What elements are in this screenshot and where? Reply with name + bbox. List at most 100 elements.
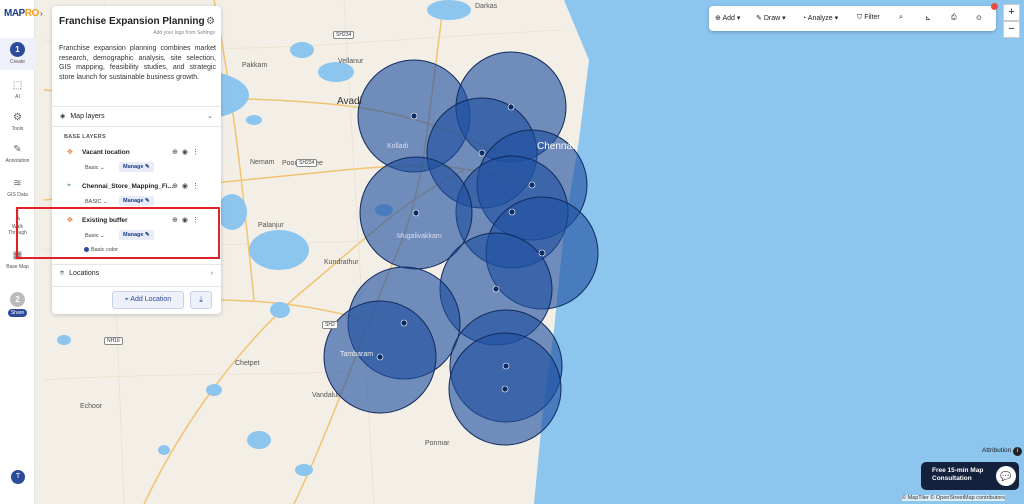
zoom-out-button[interactable]: −	[1003, 21, 1020, 38]
map-layers-label: Map layers	[70, 113, 105, 120]
map-label-pakkam: Pakkam	[242, 62, 268, 69]
store-point[interactable]	[412, 209, 420, 217]
zoom-to-icon[interactable]: ⊕	[172, 183, 182, 190]
divider	[52, 264, 221, 265]
road-shield: SH234	[333, 31, 355, 39]
map-label-chetpet: Chetpet	[235, 360, 260, 367]
map-label-kolladi: Kolladi	[387, 143, 409, 150]
style-select[interactable]: Basic ⌄	[85, 165, 105, 171]
layer-tools[interactable]: ⊕◉⋮	[172, 148, 203, 156]
highlight-box	[16, 207, 220, 259]
store-point[interactable]	[538, 249, 546, 257]
settings-gear-icon[interactable]: ⚙	[206, 16, 215, 27]
map-label-avadi: Avadi	[337, 96, 362, 107]
more-icon[interactable]: ⋮	[192, 183, 203, 190]
rail-label: Annotation	[5, 158, 30, 164]
manage-button[interactable]: Manage ✎	[119, 162, 154, 172]
rail-share[interactable]: 2 Share	[0, 292, 35, 317]
database-icon: ≋	[13, 178, 22, 189]
info-icon[interactable]: i	[1013, 447, 1022, 456]
zoom-in-button[interactable]: +	[1003, 4, 1020, 21]
gear-icon: ⚙	[13, 112, 22, 123]
eye-icon[interactable]: ◉	[182, 149, 192, 156]
download-button[interactable]: ⤓	[190, 291, 212, 309]
logo-hint[interactable]: Add your logo from Settings	[153, 30, 215, 36]
store-point[interactable]	[478, 149, 486, 157]
project-description[interactable]: Franchise expansion planning combines ma…	[59, 44, 216, 82]
rail-label: Base Map	[6, 264, 29, 270]
search-icon[interactable]: ⌕	[899, 14, 903, 22]
style-select[interactable]: BASIC ⌄	[85, 199, 108, 205]
draw-button[interactable]: ✎ Draw ▾	[756, 14, 786, 22]
project-title[interactable]: Franchise Expansion Planning	[59, 16, 205, 27]
map-label-echoor: Echoor	[80, 403, 103, 410]
rail-tools[interactable]: ⚙ Tools	[0, 112, 35, 132]
chevron-right-icon[interactable]: ›	[211, 270, 213, 277]
layer-tools[interactable]: ⊕◉⋮	[172, 182, 203, 190]
rail-annotation[interactable]: ✎ Annotation	[0, 144, 35, 164]
eye-icon[interactable]: ◉	[182, 183, 192, 190]
store-point[interactable]	[376, 353, 384, 361]
ai-icon: ⬚	[12, 80, 23, 91]
map-credits[interactable]: © MapTiler © OpenStreetMap contributors	[902, 495, 1005, 501]
zoom-to-icon[interactable]: ⊕	[172, 149, 182, 156]
top-toolbar: ⊕ Add ▾ ✎ Draw ▾ ◔ Analyze ▾ ⛉ Filter ⌕ …	[709, 6, 996, 31]
road-shield: NH16	[104, 337, 123, 345]
point-style-icon: ✥	[67, 149, 73, 156]
store-point[interactable]	[502, 362, 510, 370]
project-panel: Franchise Expansion Planning ⚙ Add your …	[52, 6, 221, 314]
store-point[interactable]	[508, 208, 516, 216]
locations-label: Locations	[69, 270, 100, 277]
rail-label: Tools	[11, 126, 24, 132]
attribution-link[interactable]: Attribution	[982, 447, 1011, 454]
app-root: Avadi Chennai Poonamallee Kundrathur Tam…	[0, 0, 1024, 504]
layers-icon: ◈	[60, 113, 66, 120]
map-label-ponmar: Ponmar	[425, 440, 450, 447]
map-label-vellanur: Vellanur	[338, 58, 364, 65]
rail-ai[interactable]: ⬚ AI	[0, 80, 35, 100]
measure-icon[interactable]: ⊾	[925, 14, 931, 22]
locations-toggle[interactable]: ⌾ Locations	[60, 270, 99, 278]
pen-icon: ✎	[13, 144, 22, 155]
locate-icon[interactable]: ⊙	[976, 14, 982, 22]
road-shield: SH2	[322, 321, 338, 329]
map-label-vandalur: Vandalur	[312, 392, 340, 399]
store-point[interactable]	[528, 181, 536, 189]
manage-button[interactable]: Manage ✎	[119, 196, 154, 206]
rail-label: Create	[9, 59, 25, 65]
map-label-chennai: Chennai	[537, 141, 575, 152]
collapse-panel-icon[interactable]: ›	[40, 9, 43, 18]
road-shield: SH234	[296, 159, 318, 167]
rail-create[interactable]: 1 Create	[0, 38, 35, 70]
location-pin-icon: ⌖	[124, 296, 129, 303]
layer-name[interactable]: Chennai_Store_Mapping_Fi...	[82, 183, 173, 190]
store-point[interactable]	[501, 385, 509, 393]
store-point[interactable]	[400, 319, 408, 327]
step-badge: 1	[10, 42, 25, 57]
analyze-button[interactable]: ◔ Analyze ▾	[802, 14, 838, 22]
base-layers-heading: BASE LAYERS	[64, 134, 106, 140]
filter-button[interactable]: ⛉ Filter	[857, 14, 880, 22]
print-icon[interactable]: ⎙	[951, 14, 957, 22]
step-badge: 2	[10, 292, 25, 307]
logo[interactable]: MAPRO	[4, 8, 39, 19]
rail-label: AI	[15, 94, 20, 100]
rail-gis-data[interactable]: ≋ GIS Data	[0, 178, 35, 198]
chat-icon[interactable]: 💬	[996, 466, 1016, 486]
notification-badge[interactable]	[991, 3, 998, 10]
rail-label: Share	[7, 309, 28, 317]
map-label-mugalivakkam: Mugalivakkam	[397, 233, 442, 240]
rail-label: GIS Data	[7, 192, 28, 198]
layer-name[interactable]: Vacant location	[82, 149, 130, 156]
add-location-button[interactable]: ⌖ Add Location	[112, 291, 184, 309]
add-button[interactable]: ⊕ Add ▾	[715, 14, 740, 22]
avatar[interactable]: T	[11, 470, 25, 484]
chevron-down-icon[interactable]: ⌄	[207, 112, 213, 120]
store-point[interactable]	[410, 112, 418, 120]
more-icon[interactable]: ⋮	[192, 149, 203, 156]
store-point[interactable]	[507, 103, 515, 111]
location-pin-icon: ⌾	[60, 270, 65, 277]
map-layers-toggle[interactable]: ◈ Map layers	[60, 112, 105, 120]
store-point[interactable]	[492, 285, 500, 293]
sea	[534, 0, 1024, 504]
